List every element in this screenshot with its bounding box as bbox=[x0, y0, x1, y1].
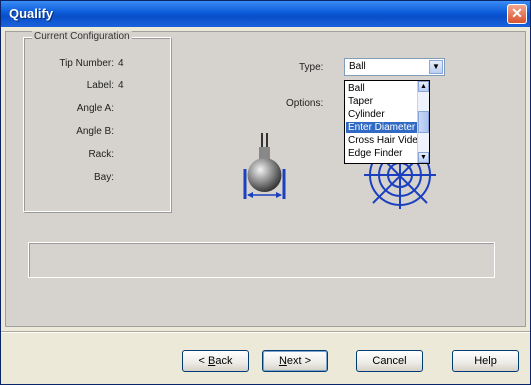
status-message-field bbox=[28, 242, 495, 278]
bay-label: Bay: bbox=[93, 172, 114, 183]
label-label: Label: bbox=[86, 80, 114, 91]
angle-a-label: Angle A: bbox=[76, 103, 114, 114]
back-prefix: < bbox=[198, 355, 208, 367]
cancel-button[interactable]: Cancel bbox=[356, 350, 423, 372]
dropdown-item-edge-finder[interactable]: Edge Finder bbox=[346, 148, 420, 159]
type-label: Type: bbox=[299, 62, 324, 73]
back-rest: ack bbox=[215, 355, 233, 367]
angle-b-label: Angle B: bbox=[76, 126, 114, 137]
back-button[interactable]: < Back bbox=[182, 350, 249, 372]
current-configuration-group: Current Configuration Tip Number: 4 Labe… bbox=[23, 31, 171, 212]
title-bar[interactable]: Qualify ✕ bbox=[1, 1, 530, 27]
rack-label: Rack: bbox=[88, 149, 114, 160]
close-icon: ✕ bbox=[511, 5, 523, 21]
dropdown-item-enter-diameter[interactable]: Enter Diameter bbox=[346, 122, 420, 133]
type-combobox[interactable]: Ball ▼ bbox=[344, 58, 445, 76]
scroll-down-button[interactable]: ▼ bbox=[418, 152, 429, 163]
next-accel: N bbox=[278, 355, 287, 367]
next-button[interactable]: Next > bbox=[262, 350, 328, 372]
type-dropdown-list[interactable]: Ball Taper Cylinder Enter Diameter Cross… bbox=[344, 80, 430, 164]
dropdown-item-taper[interactable]: Taper bbox=[346, 96, 420, 107]
help-button[interactable]: Help bbox=[452, 350, 519, 372]
scroll-thumb[interactable] bbox=[418, 111, 429, 133]
dropdown-scrollbar[interactable]: ▲ ▼ bbox=[417, 81, 429, 163]
label-value: 4 bbox=[118, 80, 124, 91]
chevron-down-icon: ▼ bbox=[432, 62, 440, 71]
chevron-down-icon: ▼ bbox=[420, 154, 427, 161]
options-label: Options: bbox=[286, 98, 324, 109]
dialog-title: Qualify bbox=[9, 6, 54, 21]
qualify-dialog: Qualify ✕ Current Configuration Tip Numb… bbox=[0, 0, 531, 385]
button-divider bbox=[1, 331, 530, 333]
type-selected-value: Ball bbox=[349, 61, 366, 72]
close-button[interactable]: ✕ bbox=[507, 4, 527, 24]
combobox-arrow-button[interactable]: ▼ bbox=[429, 60, 443, 74]
tip-number-label: Tip Number: bbox=[59, 58, 114, 69]
dropdown-item-cross-hair-video[interactable]: Cross Hair Video bbox=[346, 135, 423, 146]
group-legend: Current Configuration bbox=[32, 31, 132, 42]
dropdown-item-cylinder[interactable]: Cylinder bbox=[346, 109, 420, 120]
chevron-up-icon: ▲ bbox=[420, 83, 427, 90]
dropdown-item-ball[interactable]: Ball bbox=[346, 83, 420, 94]
scroll-up-button[interactable]: ▲ bbox=[418, 81, 429, 92]
ball-tip-icon bbox=[243, 133, 286, 199]
tip-number-value: 4 bbox=[118, 58, 124, 69]
next-rest: ext > bbox=[286, 355, 312, 367]
